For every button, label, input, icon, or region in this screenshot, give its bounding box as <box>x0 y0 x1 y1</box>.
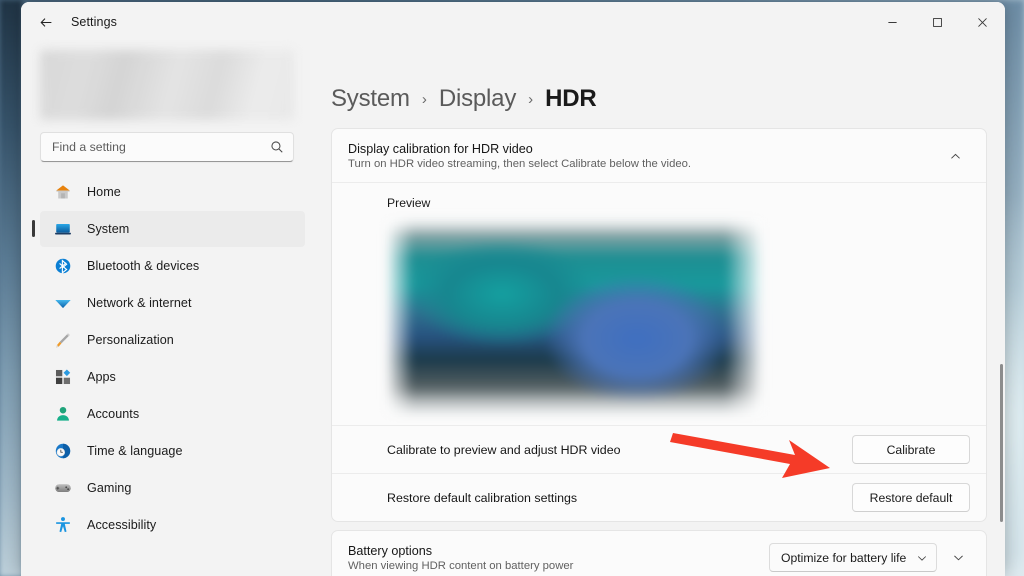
sidebar-item-home[interactable]: Home <box>40 174 305 210</box>
sidebar-item-label: Gaming <box>87 481 131 495</box>
chevron-up-icon[interactable] <box>940 142 970 170</box>
clock-globe-icon <box>53 441 73 461</box>
sidebar-nav: Home System <box>21 174 310 543</box>
chevron-down-icon[interactable] <box>943 544 973 572</box>
battery-options-dropdown-value: Optimize for battery life <box>781 551 910 565</box>
restore-default-row: Restore default calibration settings Res… <box>332 473 986 521</box>
breadcrumb-separator: › <box>528 91 533 108</box>
hdr-preview-video[interactable] <box>387 219 762 415</box>
network-wifi-icon <box>53 293 73 313</box>
sidebar-item-label: Bluetooth & devices <box>87 259 199 273</box>
battery-options-card: Battery options When viewing HDR content… <box>331 530 987 576</box>
sidebar-item-gaming[interactable]: Gaming <box>40 470 305 506</box>
breadcrumb-item-system[interactable]: System <box>331 85 410 113</box>
sidebar-item-label: Apps <box>87 370 116 384</box>
preview-label: Preview <box>387 196 970 210</box>
sidebar: Home System <box>21 42 310 576</box>
paintbrush-icon <box>53 330 73 350</box>
calibrate-row: Calibrate to preview and adjust HDR vide… <box>332 425 986 473</box>
breadcrumb-separator: › <box>422 91 427 108</box>
display-calibration-card: Display calibration for HDR video Turn o… <box>331 128 987 522</box>
display-calibration-header[interactable]: Display calibration for HDR video Turn o… <box>332 129 986 183</box>
desktop-wallpaper-left-band <box>0 0 22 576</box>
sidebar-item-bluetooth-devices[interactable]: Bluetooth & devices <box>40 248 305 284</box>
window-title: Settings <box>71 15 117 29</box>
settings-window: Settings <box>21 2 1005 576</box>
sidebar-item-label: Network & internet <box>87 296 192 310</box>
restore-default-row-label: Restore default calibration settings <box>387 491 852 505</box>
sidebar-item-accessibility[interactable]: Accessibility <box>40 507 305 543</box>
calibrate-button[interactable]: Calibrate <box>852 435 970 464</box>
user-profile-blurred[interactable] <box>40 50 294 120</box>
sidebar-item-apps[interactable]: Apps <box>40 359 305 395</box>
main-content: System › Display › HDR Display calibrati… <box>310 42 1005 576</box>
sidebar-item-label: Accessibility <box>87 518 156 532</box>
display-calibration-subtitle: Turn on HDR video streaming, then select… <box>348 158 940 170</box>
sidebar-item-system[interactable]: System <box>40 211 305 247</box>
apps-grid-icon <box>53 367 73 387</box>
sidebar-item-label: Home <box>87 185 121 199</box>
search-input[interactable] <box>52 140 270 154</box>
sidebar-item-time-language[interactable]: Time & language <box>40 433 305 469</box>
account-person-icon <box>53 404 73 424</box>
accessibility-person-icon <box>53 515 73 535</box>
preview-block: Preview <box>332 183 986 425</box>
search-icon <box>270 140 284 154</box>
back-arrow-icon[interactable] <box>29 7 63 37</box>
sidebar-item-network-internet[interactable]: Network & internet <box>40 285 305 321</box>
battery-options-subtitle: When viewing HDR content on battery powe… <box>348 560 769 572</box>
breadcrumb-item-display[interactable]: Display <box>439 85 516 113</box>
battery-options-dropdown[interactable]: Optimize for battery life <box>769 543 937 572</box>
calibrate-row-label: Calibrate to preview and adjust HDR vide… <box>387 443 852 457</box>
maximize-icon[interactable] <box>915 2 960 42</box>
title-bar: Settings <box>21 2 1005 42</box>
sidebar-item-label: Personalization <box>87 333 174 347</box>
battery-options-header[interactable]: Battery options When viewing HDR content… <box>332 531 986 576</box>
gamepad-icon <box>53 478 73 498</box>
system-laptop-icon <box>53 219 73 239</box>
breadcrumb-item-hdr: HDR <box>545 85 596 113</box>
breadcrumb: System › Display › HDR <box>331 85 987 113</box>
home-icon <box>53 182 73 202</box>
close-icon[interactable] <box>960 2 1005 42</box>
sidebar-item-label: Time & language <box>87 444 183 458</box>
window-controls <box>870 2 1005 42</box>
main-scrollbar[interactable] <box>1000 364 1003 522</box>
display-calibration-title: Display calibration for HDR video <box>348 142 940 156</box>
sidebar-item-personalization[interactable]: Personalization <box>40 322 305 358</box>
sidebar-item-label: System <box>87 222 129 236</box>
minimize-icon[interactable] <box>870 2 915 42</box>
battery-options-title: Battery options <box>348 544 769 558</box>
restore-default-button[interactable]: Restore default <box>852 483 970 512</box>
bluetooth-icon <box>53 256 73 276</box>
sidebar-item-accounts[interactable]: Accounts <box>40 396 305 432</box>
sidebar-item-label: Accounts <box>87 407 139 421</box>
chevron-down-icon <box>916 552 928 564</box>
search-box[interactable] <box>40 132 294 162</box>
